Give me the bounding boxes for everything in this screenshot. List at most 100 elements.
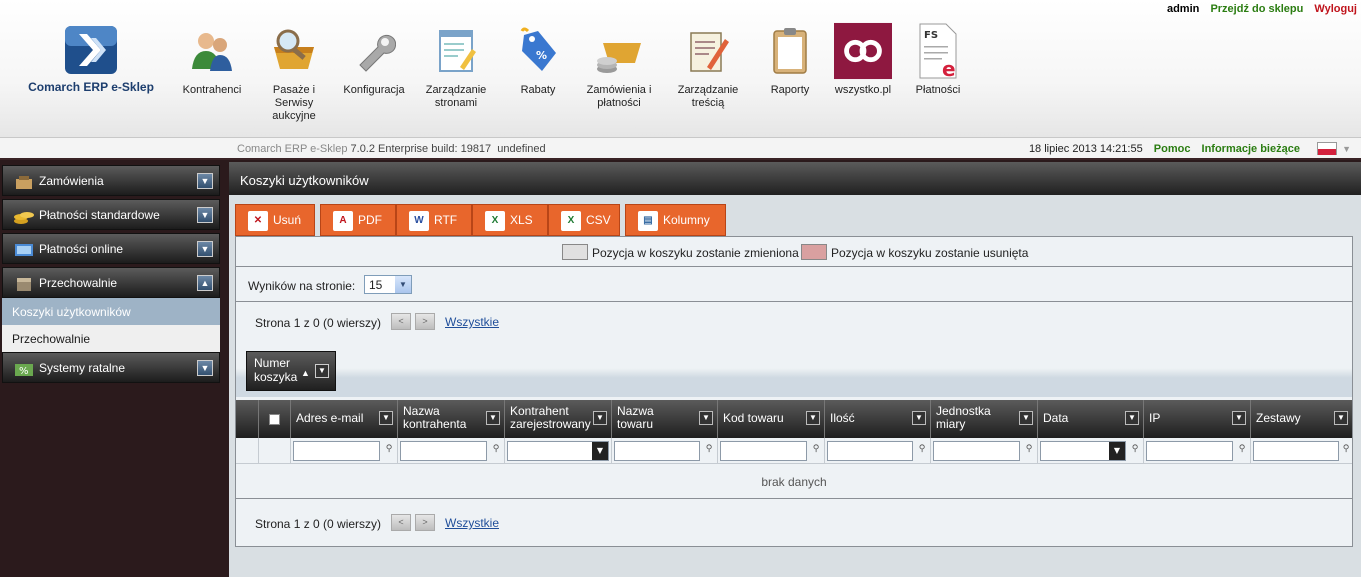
columns-button[interactable]: ▤ Kolumny	[625, 204, 726, 236]
export-pdf-button[interactable]: A PDF	[320, 204, 396, 236]
filter-registered-select[interactable]: ▼	[507, 441, 609, 461]
expand-icon[interactable]: ▼	[197, 360, 213, 376]
th-unit[interactable]: Jednostka miary ▼	[930, 400, 1037, 438]
button-label: CSV	[586, 213, 611, 227]
next-page-button[interactable]: >	[415, 313, 435, 330]
delete-icon: ✕	[248, 211, 268, 231]
chevron-down-icon[interactable]: ▼	[593, 411, 607, 425]
filter-product-name-input[interactable]	[614, 441, 700, 461]
sidebar-section-systemy-ratalne[interactable]: % Systemy ratalne ▼	[2, 352, 220, 383]
filter-icon[interactable]: ⚲	[384, 444, 394, 456]
filter-product-code-input[interactable]	[720, 441, 807, 461]
sidebar-section-zamowienia[interactable]: Zamówienia ▼	[2, 165, 220, 196]
filter-icon[interactable]: ⚲	[1237, 444, 1247, 456]
nav-zarzadzanie-stronami[interactable]: Zarządzanie stronami	[416, 22, 496, 110]
chevron-down-icon[interactable]: ▼	[1019, 411, 1033, 425]
filter-customer-name-input[interactable]	[400, 441, 487, 461]
sidebar-section-przechowalnie[interactable]: Przechowalnie ▲	[2, 267, 220, 298]
th-customer-name[interactable]: Nazwa kontrahenta ▼	[397, 400, 504, 438]
th-sets[interactable]: Zestawy ▼	[1250, 400, 1352, 438]
logout-link[interactable]: Wyloguj	[1314, 3, 1357, 15]
export-csv-button[interactable]: X CSV	[548, 204, 620, 236]
polish-flag-icon[interactable]	[1317, 142, 1338, 155]
nav-label: Płatności	[915, 84, 961, 96]
expand-icon[interactable]: ▼	[197, 207, 213, 223]
th-email[interactable]: Adres e-mail ▼	[290, 400, 397, 438]
chevron-down-icon[interactable]: ▼	[806, 411, 820, 425]
filter-date-select[interactable]: ▼	[1040, 441, 1126, 461]
column-label: Kontrahent zarejestrowany	[510, 405, 591, 431]
filter-icon[interactable]: ⚲	[1130, 444, 1140, 456]
filter-icon[interactable]: ⚲	[917, 444, 927, 456]
nav-rabaty[interactable]: % Rabaty	[498, 22, 578, 97]
th-product-code[interactable]: Kod towaru ▼	[717, 400, 824, 438]
collapse-icon[interactable]: ▲	[197, 275, 213, 291]
select-all-checkbox[interactable]	[269, 414, 280, 425]
current-info-link[interactable]: Informacje bieżące	[1202, 143, 1300, 155]
filter-icon[interactable]: ⚲	[1024, 444, 1034, 456]
filter-ip-input[interactable]	[1146, 441, 1233, 461]
th-registered[interactable]: Kontrahent zarejestrowany ▼	[504, 400, 611, 438]
nav-pasaze[interactable]: Pasaże i Serwisy aukcyjne	[254, 22, 334, 123]
filter-icon[interactable]: ⚲	[704, 444, 714, 456]
sidebar-section-platnosci-standardowe[interactable]: Płatności standardowe ▼	[2, 199, 220, 230]
expand-icon[interactable]: ▼	[197, 173, 213, 189]
sort-asc-icon: ▲	[301, 368, 310, 378]
sidebar-item-przechowalnie[interactable]: Przechowalnie	[2, 325, 220, 352]
chevron-down-icon[interactable]: ▼	[1125, 411, 1139, 425]
filter-quantity-input[interactable]	[827, 441, 913, 461]
nav-raporty[interactable]: Raporty	[750, 22, 830, 97]
chevron-down-icon[interactable]: ▼	[1334, 411, 1348, 425]
chevron-down-icon[interactable]: ▼	[699, 411, 713, 425]
filter-sets-input[interactable]	[1253, 441, 1339, 461]
column-label-line2: towaru	[617, 417, 654, 431]
th-ip[interactable]: IP ▼	[1143, 400, 1250, 438]
sidebar-item-koszyki[interactable]: Koszyki użytkowników	[2, 298, 220, 325]
nav-kontrahenci[interactable]: Kontrahenci	[172, 22, 252, 97]
expand-icon[interactable]: ▼	[197, 241, 213, 257]
th-quantity[interactable]: Ilość ▼	[824, 400, 930, 438]
column-label-line1: Jednostka	[936, 404, 991, 418]
chevron-down-icon[interactable]: ▼	[379, 411, 393, 425]
help-link[interactable]: Pomoc	[1154, 143, 1191, 155]
prev-page-button[interactable]: <	[391, 313, 411, 330]
brand[interactable]: Comarch ERP e-Sklep	[26, 24, 156, 94]
filter-icon[interactable]: ⚲	[491, 444, 501, 456]
filter-registered: ▼	[504, 438, 611, 464]
language-dropdown-icon[interactable]: ▼	[1342, 144, 1351, 154]
sidebar-section-label: Płatności online	[39, 242, 124, 256]
nav-wszystko[interactable]: wszystko.pl	[823, 22, 903, 97]
go-to-shop-link[interactable]: Przejdź do sklepu	[1210, 3, 1303, 15]
per-page-select[interactable]: 15 ▼	[364, 275, 412, 294]
prev-page-button[interactable]: <	[391, 514, 411, 531]
sort-by-cart-number[interactable]: Numer koszyka ▲ ▼	[246, 351, 336, 391]
filter-icon[interactable]: ⚲	[811, 444, 821, 456]
export-rtf-button[interactable]: W RTF	[396, 204, 472, 236]
chevron-down-icon[interactable]: ▼	[1232, 411, 1246, 425]
sidebar-section-platnosci-online[interactable]: Płatności online ▼	[2, 233, 220, 264]
column-label: Adres e-mail	[296, 411, 364, 425]
delete-button[interactable]: ✕ Usuń	[235, 204, 315, 236]
filter-row: ⚲ ⚲ ▼ ⚲ ⚲ ⚲ ⚲ ▼ ⚲ ⚲ ⚲	[236, 438, 1352, 464]
build-info: Comarch ERP e-Sklep 7.0.2 Enterprise bui…	[237, 143, 546, 155]
svg-text:e: e	[942, 57, 956, 80]
nav-zamowienia-platnosci[interactable]: Zamówienia i płatności	[579, 22, 659, 110]
show-all-link[interactable]: Wszystkie	[445, 516, 499, 530]
show-all-link[interactable]: Wszystkie	[445, 315, 499, 329]
table-header: Adres e-mail ▼ Nazwa kontrahenta ▼ Kontra…	[236, 400, 1352, 438]
filter-product-code: ⚲	[717, 438, 824, 464]
filter-icon[interactable]: ⚲	[1341, 444, 1351, 456]
filter-email-input[interactable]	[293, 441, 380, 461]
chevron-down-icon[interactable]: ▼	[486, 411, 500, 425]
nav-platnosci[interactable]: FS e Płatności	[898, 22, 978, 97]
nav-label: wszystko.pl	[834, 84, 892, 96]
th-date[interactable]: Data ▼	[1037, 400, 1143, 438]
export-xls-button[interactable]: X XLS	[472, 204, 548, 236]
filter-unit-input[interactable]	[933, 441, 1020, 461]
next-page-button[interactable]: >	[415, 514, 435, 531]
chevron-down-icon[interactable]: ▼	[315, 364, 329, 378]
nav-zarzadzanie-trescia[interactable]: Zarządzanie treścią	[668, 22, 748, 110]
chevron-down-icon[interactable]: ▼	[912, 411, 926, 425]
th-product-name[interactable]: Nazwa towaru ▼	[611, 400, 717, 438]
nav-konfiguracja[interactable]: Konfiguracja	[334, 22, 414, 97]
